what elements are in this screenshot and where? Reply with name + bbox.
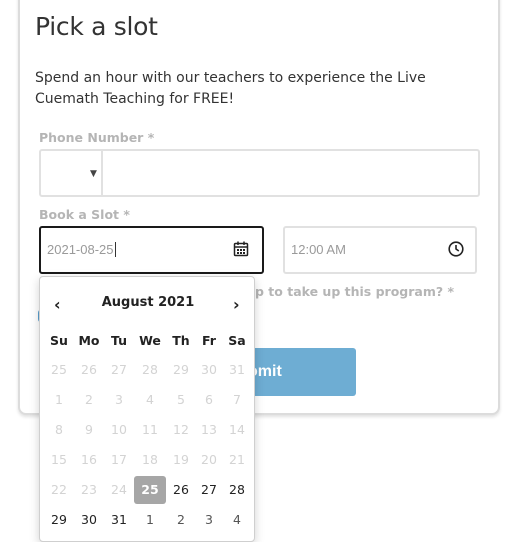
- time-input[interactable]: 12:00 AM: [283, 226, 477, 274]
- caret-down-icon: ▼: [90, 169, 97, 179]
- date-value: 2021-08-25: [47, 242, 116, 257]
- weekday-header: Mo: [78, 333, 100, 348]
- date-input[interactable]: 2021-08-25: [39, 226, 264, 274]
- calendar-day: 27: [111, 362, 127, 377]
- calendar-day: 30: [201, 362, 217, 377]
- calendar-day: 23: [81, 482, 97, 497]
- calendar-day[interactable]: 1: [135, 507, 165, 533]
- calendar-day-selected[interactable]: 25: [134, 476, 166, 504]
- calendar-day: 26: [81, 362, 97, 377]
- calendar-day: 3: [115, 392, 123, 407]
- calendar-day[interactable]: 3: [194, 507, 224, 533]
- calendar-day: 11: [142, 422, 158, 437]
- calendar-day: 29: [173, 362, 189, 377]
- program-question-label: p to take up this program? *: [255, 284, 454, 299]
- calendar-day[interactable]: 26: [166, 477, 196, 503]
- calendar-day: 17: [111, 452, 127, 467]
- calendar-day[interactable]: 30: [74, 507, 104, 533]
- calendar-day[interactable]: 29: [44, 507, 74, 533]
- clock-icon[interactable]: [448, 241, 464, 257]
- calendar-day: 13: [201, 422, 217, 437]
- calendar-day: 12: [173, 422, 189, 437]
- calendar-day: 15: [51, 452, 67, 467]
- calendar-day[interactable]: 28: [222, 477, 252, 503]
- calendar-day[interactable]: 4: [222, 507, 252, 533]
- calendar-day: 6: [205, 392, 213, 407]
- calendar-day: 20: [201, 452, 217, 467]
- phone-field: ▼: [39, 149, 480, 197]
- calendar-day: 19: [173, 452, 189, 467]
- calendar-day: 22: [51, 482, 67, 497]
- calendar-day: 16: [81, 452, 97, 467]
- calendar-day: 28: [142, 362, 158, 377]
- calendar-day: 9: [85, 422, 93, 437]
- calendar-icon[interactable]: [233, 241, 249, 257]
- weekday-header: We: [139, 333, 161, 348]
- calendar-day[interactable]: 27: [194, 477, 224, 503]
- calendar-day: 5: [177, 392, 185, 407]
- calendar-day[interactable]: 31: [104, 507, 134, 533]
- book-slot-label: Book a Slot *: [39, 207, 130, 222]
- text-cursor: [114, 242, 116, 257]
- calendar-day[interactable]: 2: [166, 507, 196, 533]
- calendar-day: 1: [55, 392, 63, 407]
- page-title: Pick a slot: [35, 12, 158, 41]
- calendar-day: 4: [146, 392, 154, 407]
- phone-number-label: Phone Number *: [39, 130, 155, 145]
- calendar-day: 8: [55, 422, 63, 437]
- weekday-header: Fr: [202, 333, 216, 348]
- calendar-day: 10: [111, 422, 127, 437]
- calendar-month-title: August 2021: [101, 295, 195, 310]
- weekday-header: Th: [172, 333, 190, 348]
- calendar-day: 25: [51, 362, 67, 377]
- next-month-icon[interactable]: ›: [233, 295, 240, 314]
- country-code-select[interactable]: ▼: [41, 151, 103, 195]
- weekday-header: Sa: [228, 333, 246, 348]
- calendar-day: 18: [142, 452, 158, 467]
- calendar-day: 24: [111, 482, 127, 497]
- weekday-header: Tu: [110, 333, 128, 348]
- weekday-header: Su: [50, 333, 68, 348]
- calendar-day: 14: [229, 422, 245, 437]
- calendar-day: 2: [85, 392, 93, 407]
- calendar-day: 21: [229, 452, 245, 467]
- calendar-day: 31: [229, 362, 245, 377]
- page-description: Spend an hour with our teachers to exper…: [35, 70, 426, 107]
- time-value: 12:00 AM: [291, 242, 346, 257]
- calendar-day: 7: [233, 392, 241, 407]
- phone-input[interactable]: [105, 151, 479, 197]
- date-picker-popup: ‹ August 2021 › Su Mo Tu We Th Fr Sa 25 2…: [39, 276, 255, 542]
